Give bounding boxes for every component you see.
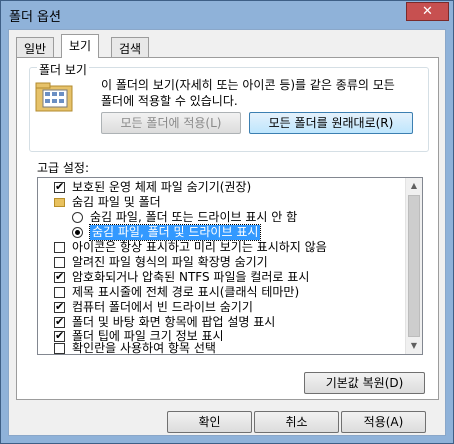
list-item-label: 보호된 운영 체제 파일 숨기기(권장)	[72, 180, 252, 194]
checkbox[interactable]	[54, 270, 65, 283]
list-item-label: 알려진 파일 형식의 파일 확장명 숨기기	[72, 255, 268, 269]
list-item-label: 폴더 및 바탕 화면 항목에 팝업 설명 표시	[72, 315, 276, 329]
title-bar[interactable]: 폴더 옵션 ✕	[1, 1, 453, 29]
tab-search-label: 검색	[119, 42, 142, 56]
list-item-label: 암호화되거나 압축된 NTFS 파일을 컬러로 표시	[72, 270, 310, 284]
folder-icon	[54, 198, 65, 207]
folder-view-legend: 폴더 보기	[37, 61, 89, 78]
close-icon: ✕	[422, 4, 433, 19]
tab-general-label: 일반	[24, 42, 47, 56]
tab-view[interactable]: 보기	[61, 34, 100, 58]
scroll-thumb[interactable]	[408, 195, 420, 337]
reset-folders-button[interactable]: 모든 폴더를 원래대로(R)	[249, 112, 413, 134]
tab-view-label: 보기	[69, 39, 92, 53]
list-item-label: 숨김 파일, 폴더 및 드라이브 표시	[88, 224, 262, 241]
list-item-label: 확인란을 사용하여 항목 선택	[72, 341, 216, 355]
checkbox[interactable]	[54, 242, 65, 253]
scroll-up-icon[interactable]: ▲	[406, 178, 422, 194]
restore-defaults-button[interactable]: 기본값 복원(D)	[304, 372, 425, 394]
advanced-settings-label: 고급 설정:	[37, 161, 90, 175]
folder-options-window: 폴더 옵션 ✕ 일반 보기 검색 폴더 보기 이 폴더의 보기(자세히 또는 아…	[0, 0, 454, 444]
apply-button[interactable]: 적용(A)	[341, 411, 426, 433]
list-item-label: 아이콘은 항상 표시하고 미리 보기는 표시하지 않음	[72, 240, 327, 254]
checkbox[interactable]	[54, 287, 65, 298]
list-item-label: 제목 표시줄에 전체 경로 표시(클래식 테마만)	[72, 285, 300, 299]
apply-to-folders-button[interactable]: 모든 폴더에 적용(L)	[101, 112, 241, 134]
list-item-label: 컴퓨터 폴더에서 빈 드라이브 숨기기	[72, 300, 253, 314]
radio-button[interactable]	[72, 227, 83, 238]
close-button[interactable]: ✕	[406, 2, 449, 21]
tab-search[interactable]: 검색	[111, 37, 150, 57]
folder-view-icon	[35, 82, 73, 112]
cancel-button[interactable]: 취소	[254, 411, 339, 433]
radio-button[interactable]	[72, 212, 83, 223]
checkbox[interactable]	[54, 300, 65, 313]
list-item-label: 숨김 파일 및 폴더	[72, 195, 161, 209]
checkbox[interactable]	[54, 257, 65, 268]
checkbox[interactable]	[54, 180, 65, 193]
scroll-down-icon[interactable]: ▼	[406, 338, 422, 354]
ok-button[interactable]: 확인	[167, 411, 252, 433]
advanced-settings-list[interactable]: 보호된 운영 체제 파일 숨기기(권장) 숨김 파일 및 폴더 숨김 파일, 폴…	[37, 177, 423, 355]
checkbox[interactable]	[54, 315, 65, 328]
list-item-label: 숨김 파일, 폴더 또는 드라이브 표시 안 함	[90, 210, 298, 224]
folder-view-description: 이 폴더의 보기(자세히 또는 아이콘 등)를 같은 종류의 모든 폴더에 적용…	[101, 78, 395, 108]
window-title: 폴더 옵션	[9, 10, 61, 25]
checkbox[interactable]	[54, 343, 65, 354]
tab-general[interactable]: 일반	[16, 37, 55, 57]
vertical-scrollbar[interactable]: ▲ ▼	[405, 178, 422, 354]
checkbox[interactable]	[54, 329, 65, 342]
